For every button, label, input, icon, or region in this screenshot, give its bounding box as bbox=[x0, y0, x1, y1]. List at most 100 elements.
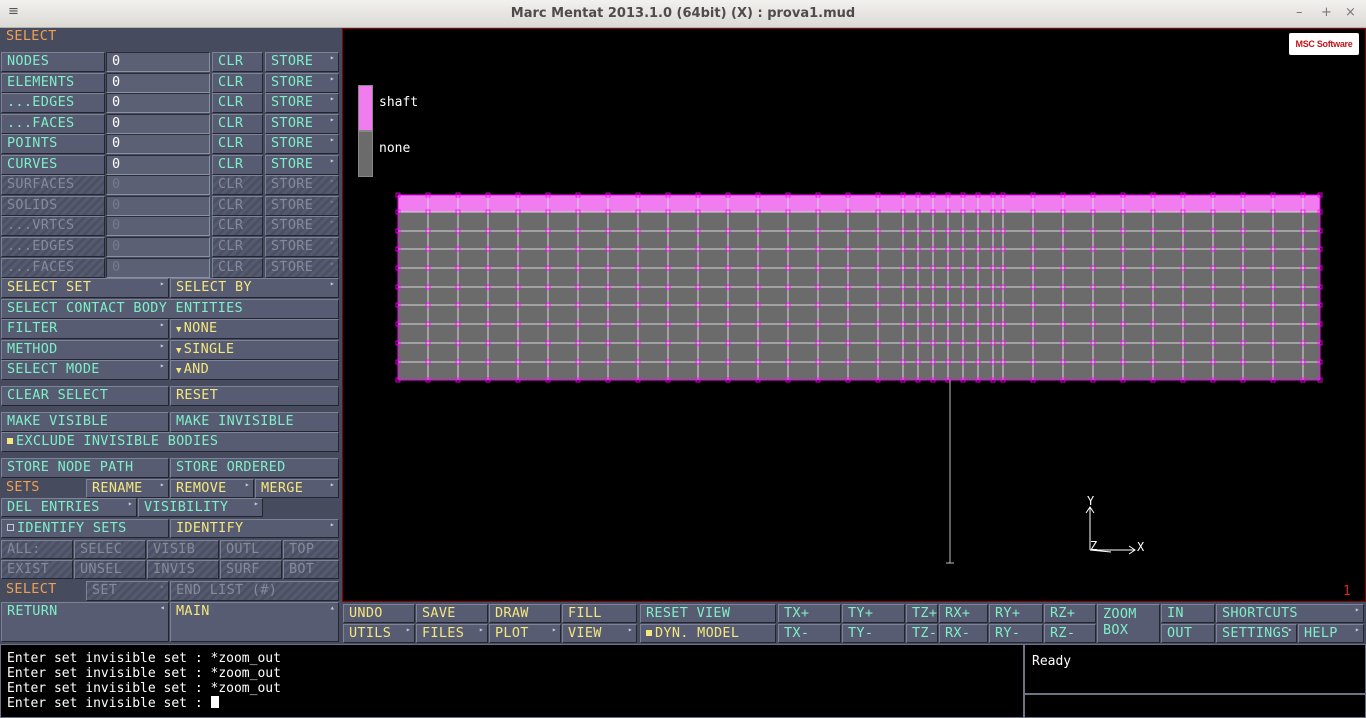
draw-button[interactable]: DRAW bbox=[489, 604, 561, 623]
entity-points-clr-button[interactable]: CLR bbox=[212, 134, 263, 154]
del-entries-button[interactable]: DEL ENTRIES ▸ bbox=[1, 498, 137, 517]
tz-plus-button[interactable]: TZ+ bbox=[906, 604, 938, 623]
rx-plus-button[interactable]: RX+ bbox=[939, 604, 988, 623]
entity-solids-label: SOLIDS bbox=[1, 196, 105, 216]
entity-edges-store-button[interactable]: STORE ▸ bbox=[265, 93, 339, 113]
entity-points-store-button[interactable]: STORE ▸ bbox=[265, 134, 339, 154]
entity-edges-label[interactable]: ...EDGES bbox=[1, 93, 105, 113]
status-pane-secondary bbox=[1024, 694, 1366, 718]
view-button[interactable]: VIEW ▸ bbox=[562, 624, 637, 643]
entity-edges-label: ...EDGES bbox=[1, 237, 105, 257]
entity-curves-label[interactable]: CURVES bbox=[1, 155, 105, 175]
zoom-box-button[interactable]: ZOOM BOX bbox=[1097, 604, 1160, 643]
reset-button[interactable]: RESET bbox=[170, 386, 339, 406]
identify-sets-toggle[interactable]: IDENTIFY SETS bbox=[1, 519, 169, 538]
tz-minus-button[interactable]: TZ- bbox=[906, 624, 938, 643]
all-unsel-button[interactable]: UNSEL bbox=[74, 560, 146, 579]
make-visible-button[interactable]: MAKE VISIBLE bbox=[1, 412, 169, 432]
entity-surfaces-clr-button: CLR bbox=[212, 175, 263, 195]
entity-elements-clr-button[interactable]: CLR bbox=[212, 73, 263, 93]
entity-nodes-clr-button[interactable]: CLR bbox=[212, 52, 263, 72]
maximize-icon[interactable]: + bbox=[1321, 5, 1332, 20]
dyn-model-toggle[interactable]: DYN. MODEL bbox=[640, 624, 776, 643]
entity-surfaces-label: SURFACES bbox=[1, 175, 105, 195]
select-set-button[interactable]: SELECT SET ▸ bbox=[1, 278, 169, 298]
ty-minus-button[interactable]: TY- bbox=[842, 624, 905, 643]
entity-elements-label[interactable]: ELEMENTS bbox=[1, 73, 105, 93]
command-input[interactable]: Enter set invisible set : bbox=[7, 696, 1023, 711]
command-history-line: Enter set invisible set : *zoom_out bbox=[7, 666, 281, 681]
select-mode-button[interactable]: SELECT MODE ▸ bbox=[1, 360, 169, 380]
tx-plus-button[interactable]: TX+ bbox=[778, 604, 841, 623]
set-button[interactable]: SET ▸ bbox=[86, 581, 169, 601]
entity-elements-store-button[interactable]: STORE ▸ bbox=[265, 73, 339, 93]
minimize-icon[interactable]: – bbox=[1296, 5, 1303, 20]
help-button[interactable]: HELP ▸ bbox=[1298, 624, 1364, 643]
all-bot-button[interactable]: BOT bbox=[283, 560, 339, 579]
entity-vrtcs-count: 0 bbox=[106, 216, 210, 236]
ry-plus-button[interactable]: RY+ bbox=[989, 604, 1043, 623]
all-visib-button[interactable]: VISIB bbox=[147, 540, 219, 559]
select-mode-dropdown[interactable]: ▼ AND bbox=[170, 360, 339, 380]
entity-curves-clr-button[interactable]: CLR bbox=[212, 155, 263, 175]
zoom-label: ZOOM bbox=[1103, 606, 1137, 622]
command-pane[interactable]: Enter set invisible set : *zoom_out Ente… bbox=[0, 644, 1024, 718]
return-button[interactable]: RETURN ◂ bbox=[1, 602, 169, 642]
exclude-invisible-toggle[interactable]: EXCLUDE INVISIBLE BODIES bbox=[1, 432, 339, 452]
zoom-out-button[interactable]: OUT bbox=[1161, 624, 1215, 643]
ry-minus-button[interactable]: RY- bbox=[989, 624, 1043, 643]
all-selec-button[interactable]: SELEC bbox=[74, 540, 146, 559]
save-button[interactable]: SAVE bbox=[416, 604, 488, 623]
reset-view-button[interactable]: RESET VIEW bbox=[640, 604, 776, 623]
entity-nodes-store-button[interactable]: STORE ▸ bbox=[265, 52, 339, 72]
entity-edges-clr-button[interactable]: CLR bbox=[212, 93, 263, 113]
entity-faces-store-button[interactable]: STORE ▸ bbox=[265, 114, 339, 134]
bottom-toolbar: UNDO SAVE DRAW FILL RESET VIEW UTILS ▸ FI… bbox=[342, 602, 1366, 644]
close-icon[interactable]: × bbox=[1345, 5, 1356, 20]
filter-button[interactable]: FILTER ▸ bbox=[1, 319, 169, 339]
utils-button[interactable]: UTILS ▸ bbox=[343, 624, 415, 643]
plot-button[interactable]: PLOT ▸ bbox=[489, 624, 561, 643]
rz-minus-button[interactable]: RZ- bbox=[1044, 624, 1096, 643]
graphics-viewport[interactable]: shaft none MSC Software X Y Z 1 bbox=[342, 28, 1366, 602]
all-top-button[interactable]: TOP bbox=[283, 540, 339, 559]
entity-faces-label[interactable]: ...FACES bbox=[1, 114, 105, 134]
store-node-path-button[interactable]: STORE NODE PATH bbox=[1, 458, 169, 478]
identify-button[interactable]: IDENTIFY ▸ bbox=[170, 519, 339, 538]
select-contact-body-button[interactable]: SELECT CONTACT BODY ENTITIES bbox=[1, 299, 339, 319]
end-list-button[interactable]: END LIST (#) bbox=[170, 581, 339, 601]
filter-dropdown[interactable]: ▼ NONE bbox=[170, 319, 339, 339]
rename-button[interactable]: RENAME ▸ bbox=[86, 479, 169, 498]
make-invisible-button[interactable]: MAKE INVISIBLE bbox=[170, 412, 339, 432]
clear-select-button[interactable]: CLEAR SELECT bbox=[1, 386, 169, 406]
merge-button[interactable]: MERGE ▸ bbox=[255, 479, 339, 498]
files-button[interactable]: FILES ▸ bbox=[416, 624, 488, 643]
fill-button[interactable]: FILL bbox=[562, 604, 637, 623]
entity-nodes-label[interactable]: NODES bbox=[1, 52, 105, 72]
shortcuts-button[interactable]: SHORTCUTS ▸ bbox=[1216, 604, 1364, 623]
method-button[interactable]: METHOD ▸ bbox=[1, 340, 169, 360]
undo-button[interactable]: UNDO bbox=[343, 604, 415, 623]
tx-minus-button[interactable]: TX- bbox=[778, 624, 841, 643]
chevron-down-icon: ▼ bbox=[176, 346, 182, 356]
remove-button[interactable]: REMOVE ▸ bbox=[170, 479, 254, 498]
ty-plus-button[interactable]: TY+ bbox=[842, 604, 905, 623]
visibility-button[interactable]: VISIBILITY ▸ bbox=[138, 498, 263, 517]
settings-button[interactable]: SETTINGS ▸ bbox=[1216, 624, 1297, 643]
method-dropdown[interactable]: ▼ SINGLE bbox=[170, 340, 339, 360]
main-button[interactable]: MAIN ▴ bbox=[170, 602, 339, 642]
select-by-button[interactable]: SELECT BY ▸ bbox=[170, 278, 339, 298]
all-outl-button[interactable]: OUTL bbox=[220, 540, 282, 559]
store-ordered-button[interactable]: STORE ORDERED bbox=[170, 458, 339, 478]
rz-plus-button[interactable]: RZ+ bbox=[1044, 604, 1096, 623]
all-invis-button[interactable]: INVIS bbox=[147, 560, 219, 579]
all-surf-button[interactable]: SURF bbox=[220, 560, 282, 579]
entity-edges-count: 0 bbox=[106, 93, 210, 113]
rx-minus-button[interactable]: RX- bbox=[939, 624, 988, 643]
entity-vrtcs-label: ...VRTCS bbox=[1, 216, 105, 236]
entity-points-label[interactable]: POINTS bbox=[1, 134, 105, 154]
zoom-in-button[interactable]: IN bbox=[1161, 604, 1215, 623]
entity-faces-store-button: STORE ▸ bbox=[265, 258, 339, 278]
entity-faces-clr-button[interactable]: CLR bbox=[212, 114, 263, 134]
entity-curves-store-button[interactable]: STORE ▸ bbox=[265, 155, 339, 175]
